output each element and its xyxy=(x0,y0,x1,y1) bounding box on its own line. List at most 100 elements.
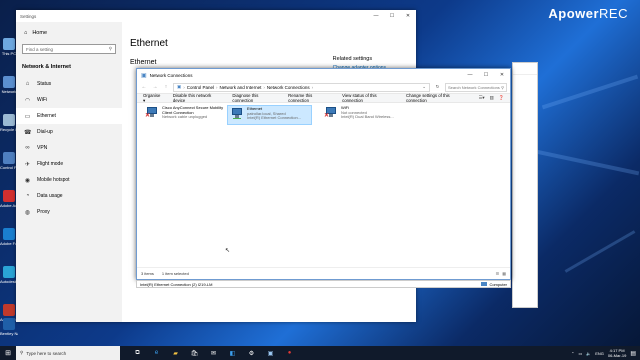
this-pc-icon xyxy=(3,38,15,50)
error-x-icon: ✕ xyxy=(324,113,330,119)
minimize-button[interactable]: — xyxy=(368,10,384,22)
connection-device: Intel(R) Ethernet Connection... xyxy=(247,115,302,121)
address-bar[interactable]: ▣ › Control Panel › Network and Internet… xyxy=(173,82,430,92)
network-folder-icon: ▣ xyxy=(141,72,147,79)
network-window-task-icon[interactable]: ▣ xyxy=(263,346,278,360)
location-label: Computer xyxy=(489,281,507,287)
maximize-button[interactable]: ☐ xyxy=(478,69,494,81)
rename-connection-button[interactable]: Rename this connection xyxy=(288,93,332,103)
view-status-button[interactable]: View status of this connection xyxy=(342,93,396,103)
breadcrumb-separator: › xyxy=(311,84,314,90)
file-explorer-icon[interactable]: ▰ xyxy=(168,346,183,360)
sidebar-item-data-usage[interactable]: ◔ Data usage xyxy=(16,188,122,204)
organise-button[interactable]: Organise ▾ xyxy=(143,93,163,104)
connection-item-ethernet[interactable]: Ethernet patrollar.local, Shared Intel(R… xyxy=(227,105,312,125)
system-tray: ⌃ ▭ 🔈 ENG 4:17 PM 06-Mar-19 ▤ xyxy=(571,348,640,358)
edge-icon[interactable]: e xyxy=(149,346,164,360)
error-x-icon: ✕ xyxy=(145,113,151,119)
connection-item-wifi[interactable]: ✕ WiFi Not connected Intel(R) Dual Band … xyxy=(322,105,407,125)
sidebar-item-vpn[interactable]: ∞ VPN xyxy=(16,140,122,156)
view-options-icon[interactable]: ☰▾ xyxy=(479,95,485,101)
sidebar-item-label: Data usage xyxy=(37,193,63,199)
disable-device-button[interactable]: Disable this network device xyxy=(173,93,223,103)
clock[interactable]: 4:17 PM 06-Mar-19 xyxy=(608,348,626,358)
sidebar-item-label: WiFi xyxy=(37,97,47,103)
taskbar-app-icon[interactable]: ◧ xyxy=(225,346,240,360)
change-settings-button[interactable]: Change settings of this connection xyxy=(406,93,469,103)
connection-item-cisco[interactable]: ✕ Cisco AnyConnect Secure Mobility Clien… xyxy=(143,105,228,125)
sidebar-item-dialup[interactable]: ☎ Dial-up xyxy=(16,124,122,140)
sidebar-item-label: Status xyxy=(37,81,52,87)
recorder-task-icon[interactable]: ● xyxy=(282,346,297,360)
netwin-titlebar: ▣ Network Connections — ☐ ✕ xyxy=(137,69,510,81)
search-icon: ⚲ xyxy=(501,84,504,90)
language-indicator[interactable]: ENG xyxy=(595,351,604,356)
chevron-down-icon[interactable]: ⌄ xyxy=(422,84,426,90)
up-arrow-icon[interactable]: ↑ xyxy=(162,84,170,90)
minimize-button[interactable]: — xyxy=(462,69,478,81)
details-view-icon[interactable]: ☰ xyxy=(496,271,500,276)
network-tray-icon[interactable]: ▭ xyxy=(578,351,582,356)
selected-device-description: Intel(R) Ethernet Connection (2) I219-LM xyxy=(140,281,213,287)
sidebar-item-status[interactable]: ⌂ Status xyxy=(16,76,122,92)
refresh-icon[interactable]: ↻ xyxy=(433,84,442,90)
sidebar-item-label: Ethernet xyxy=(37,113,56,119)
preview-pane-icon[interactable]: ▥ xyxy=(490,95,494,101)
command-bar: Organise ▾ Disable this network device D… xyxy=(137,93,510,103)
settings-titlebar: Settings — ☐ ✕ xyxy=(16,10,416,22)
chevron-up-icon[interactable]: ⌃ xyxy=(571,351,574,356)
details-bar: Intel(R) Ethernet Connection (2) I219-LM… xyxy=(136,280,511,288)
light-beam xyxy=(530,148,640,176)
background-explorer-window[interactable] xyxy=(512,62,538,308)
home-label: Home xyxy=(32,30,47,36)
start-button[interactable]: ⊞ xyxy=(0,346,16,360)
netwin-search-input[interactable]: Search Network Connections ⚲ xyxy=(445,82,507,92)
item-count: 3 items xyxy=(141,271,154,276)
sidebar-item-flight-mode[interactable]: ✈ Flight mode xyxy=(16,156,122,172)
acrobat-icon xyxy=(3,190,15,202)
background-window-titlebar xyxy=(513,63,537,75)
breadcrumb-separator: › xyxy=(263,84,265,90)
forward-arrow-icon[interactable]: → xyxy=(151,84,159,90)
home-link[interactable]: ⌂ Home xyxy=(16,26,122,40)
settings-search-input[interactable]: Find a setting ⚲ xyxy=(22,44,116,54)
help-icon[interactable]: ❓ xyxy=(499,95,504,101)
sidebar-item-label: Proxy xyxy=(37,209,50,215)
diagnose-connection-button[interactable]: Diagnose this connection xyxy=(232,93,278,103)
vpn-icon: ∞ xyxy=(25,145,30,151)
breadcrumb-item[interactable]: Network and Internet xyxy=(220,85,262,90)
taskbar-apps: ⧉ e ▰ 🛍 ✉ ◧ ⚙ ▣ ● xyxy=(120,346,297,360)
task-view-icon[interactable]: ⧉ xyxy=(130,346,145,360)
sidebar-item-ethernet[interactable]: ▭ Ethernet xyxy=(16,108,122,124)
breadcrumb-separator: › xyxy=(216,84,218,90)
search-icon: ⚲ xyxy=(108,46,112,51)
breadcrumb-item[interactable]: Network Connections xyxy=(267,85,310,90)
notifications-icon[interactable]: ▤ xyxy=(630,350,636,357)
taskbar-search-input[interactable]: ⚲ Type here to search xyxy=(16,346,120,360)
sidebar-item-wifi[interactable]: ◠ WiFi xyxy=(16,92,122,108)
netwin-title: Network Connections xyxy=(149,72,193,78)
related-settings-title: Related settings xyxy=(332,56,373,62)
network-adapter-icon xyxy=(230,107,244,121)
close-button[interactable]: ✕ xyxy=(494,69,510,81)
sidebar-item-label: VPN xyxy=(37,145,48,151)
store-icon[interactable]: 🛍 xyxy=(187,346,202,360)
wireless-adapter-icon: ✕ xyxy=(324,106,338,120)
large-icons-view-icon[interactable]: ▦ xyxy=(502,271,506,276)
breadcrumb-item[interactable]: Control Panel xyxy=(187,85,214,90)
section-heading: Network & Internet xyxy=(22,64,71,70)
settings-gear-icon[interactable]: ⚙ xyxy=(244,346,259,360)
close-button[interactable]: ✕ xyxy=(400,10,416,22)
computer-icon xyxy=(481,282,488,286)
maximize-button[interactable]: ☐ xyxy=(384,10,400,22)
sidebar-item-proxy[interactable]: ◍ Proxy xyxy=(16,204,122,220)
mail-icon[interactable]: ✉ xyxy=(206,346,221,360)
breadcrumb-separator: › xyxy=(183,84,185,90)
watermark-brand: Apower xyxy=(548,6,600,21)
sidebar-item-mobile-hotspot[interactable]: ◉ Mobile hotspot xyxy=(16,172,122,188)
volume-icon[interactable]: 🔈 xyxy=(586,351,591,356)
address-bar-row: ← → ↑ ▣ › Control Panel › Network and In… xyxy=(137,81,510,93)
sidebar-item-label: Mobile hotspot xyxy=(37,177,70,183)
back-arrow-icon[interactable]: ← xyxy=(140,84,148,90)
taskbar: ⊞ ⚲ Type here to search ⧉ e ▰ 🛍 ✉ ◧ ⚙ ▣ ●… xyxy=(0,346,640,360)
